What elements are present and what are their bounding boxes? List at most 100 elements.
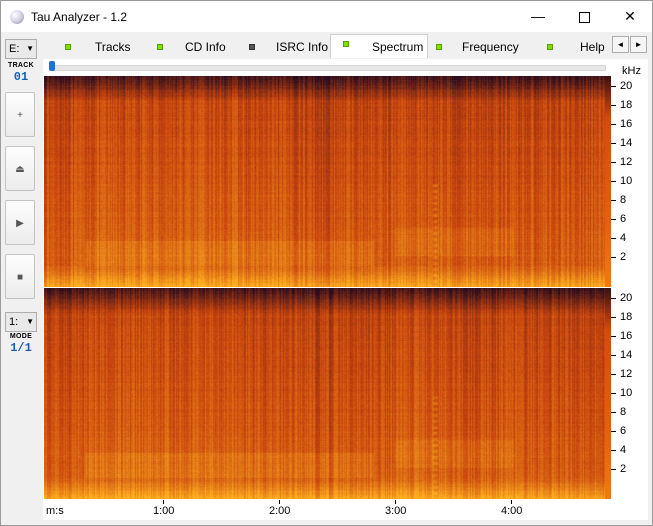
tab-label: Spectrum xyxy=(372,40,424,54)
chevron-down-icon: ▼ xyxy=(26,317,34,326)
status-led-icon xyxy=(547,44,553,50)
y-axis-tick xyxy=(611,143,616,144)
seek-slider-thumb[interactable] xyxy=(49,61,55,71)
tab-help[interactable]: Help xyxy=(531,36,611,58)
y-axis-tick xyxy=(611,412,616,413)
mode-select[interactable]: 1: ▼ xyxy=(5,312,37,332)
y-axis-tick-label: 10 xyxy=(620,387,633,399)
y-axis-tick xyxy=(611,86,616,87)
y-axis-tick-label: 2 xyxy=(620,463,627,475)
tab-cd-info[interactable]: CD Info xyxy=(135,36,230,58)
y-axis-tick-label: 16 xyxy=(620,118,633,130)
app-icon xyxy=(10,10,24,24)
tab-label: ISRC Info xyxy=(276,40,329,54)
chevron-down-icon: ▼ xyxy=(26,44,34,53)
arrow-left-icon: ◄ xyxy=(616,40,625,49)
tab-scroll-left-button[interactable]: ◄ xyxy=(612,36,629,53)
mode-caption: MODE xyxy=(9,333,33,340)
plus-icon: + xyxy=(17,110,23,121)
x-axis-tick xyxy=(279,500,280,504)
y-axis-tick xyxy=(611,200,616,201)
y-axis-tick xyxy=(611,124,616,125)
y-axis-tick xyxy=(611,431,616,432)
tab-isrc-info[interactable]: ISRC Info xyxy=(230,36,328,58)
mode-value: 1/1 xyxy=(10,341,32,355)
arrow-right-icon: ► xyxy=(634,40,643,49)
tab-label: Tracks xyxy=(95,40,131,54)
y-axis-tick xyxy=(611,374,616,375)
frequency-axis-bottom: 20 18 16 14 12 10 8 6 4 2 xyxy=(611,288,648,499)
y-axis-tick-label: 12 xyxy=(620,156,633,168)
play-button[interactable]: ▶ xyxy=(5,200,35,245)
y-axis-tick-label: 4 xyxy=(620,232,627,244)
x-axis-tick xyxy=(163,500,164,504)
tab-label: CD Info xyxy=(185,40,226,54)
y-axis-tick xyxy=(611,238,616,239)
x-axis-tick-label: 4:00 xyxy=(501,505,523,517)
maximize-button[interactable] xyxy=(561,1,607,32)
y-axis-tick-label: 8 xyxy=(620,406,627,418)
y-axis-tick-label: 20 xyxy=(620,292,633,304)
y-axis-tick xyxy=(611,298,616,299)
y-axis-tick xyxy=(611,355,616,356)
status-led-icon xyxy=(436,44,442,50)
x-axis-tick-label: 3:00 xyxy=(385,505,407,517)
spectrum-panel: kHz 20 18 16 14 12 10 8 6 4 2 20 18 16 14 12 10 8 6 4 2 m:… xyxy=(43,59,648,520)
x-axis-tick xyxy=(511,500,512,504)
y-axis-tick-label: 6 xyxy=(620,425,627,437)
y-axis-tick xyxy=(611,219,616,220)
tab-scroll-arrows: ◄ ► xyxy=(612,36,648,55)
tab-frequency[interactable]: Frequency xyxy=(428,36,528,58)
tab-spectrum[interactable]: Spectrum xyxy=(330,34,428,58)
y-axis-tick xyxy=(611,336,616,337)
y-axis-tick xyxy=(611,257,616,258)
window-title: Tau Analyzer - 1.2 xyxy=(31,10,128,24)
eject-button[interactable]: ⏏ xyxy=(5,146,35,191)
stop-icon: ■ xyxy=(16,272,24,283)
x-axis-tick-label: 2:00 xyxy=(269,505,291,517)
y-axis-tick-label: 8 xyxy=(620,194,627,206)
y-axis-tick xyxy=(611,469,616,470)
title-bar[interactable]: Tau Analyzer - 1.2 — ✕ xyxy=(1,1,652,32)
tab-label: Frequency xyxy=(462,40,519,54)
y-axis-tick-label: 14 xyxy=(620,137,633,149)
y-axis-tick-label: 18 xyxy=(620,99,633,111)
x-axis-tick xyxy=(395,500,396,504)
tab-label: Help xyxy=(580,40,605,54)
close-button[interactable]: ✕ xyxy=(607,1,652,32)
spectrogram-left-channel[interactable] xyxy=(44,76,610,287)
y-axis-tick-label: 12 xyxy=(620,368,633,380)
y-axis-tick xyxy=(611,393,616,394)
status-led-icon xyxy=(343,41,349,47)
frequency-axis-top: 20 18 16 14 12 10 8 6 4 2 xyxy=(611,76,648,287)
minimize-button[interactable]: — xyxy=(515,1,561,32)
app-window: Tau Analyzer - 1.2 — ✕ E: ▼ TRACK 01 + ⏏… xyxy=(0,0,653,526)
y-axis-tick xyxy=(611,105,616,106)
y-axis-tick-label: 18 xyxy=(620,311,633,323)
time-axis: m:s 1:00 2:00 3:00 4:00 xyxy=(43,500,609,520)
y-axis-tick-label: 6 xyxy=(620,213,627,225)
stop-button[interactable]: ■ xyxy=(5,254,35,299)
tab-bar: Tracks CD Info ISRC Info Spectrum Freque… xyxy=(43,34,648,59)
seek-slider[interactable] xyxy=(51,65,606,71)
y-axis-tick-label: 10 xyxy=(620,175,633,187)
x-axis-tick-label: 1:00 xyxy=(153,505,175,517)
status-led-icon xyxy=(249,44,255,50)
spectrogram-right-channel[interactable] xyxy=(44,288,610,499)
tab-tracks[interactable]: Tracks xyxy=(43,36,133,58)
y-axis-tick xyxy=(611,317,616,318)
y-axis-tick-label: 2 xyxy=(620,251,627,263)
mode-select-value: 1: xyxy=(9,316,19,328)
track-number: 01 xyxy=(13,70,29,84)
zoom-in-button[interactable]: + xyxy=(5,92,35,137)
x-axis-tick-label: m:s xyxy=(46,505,64,517)
maximize-icon xyxy=(578,11,590,23)
y-axis-tick xyxy=(611,450,616,451)
tab-scroll-right-button[interactable]: ► xyxy=(630,36,647,53)
play-icon: ▶ xyxy=(16,218,24,229)
drive-value: E: xyxy=(9,43,20,55)
y-axis-tick xyxy=(611,181,616,182)
status-led-icon xyxy=(65,44,71,50)
status-led-icon xyxy=(157,44,163,50)
drive-select[interactable]: E: ▼ xyxy=(5,39,37,59)
